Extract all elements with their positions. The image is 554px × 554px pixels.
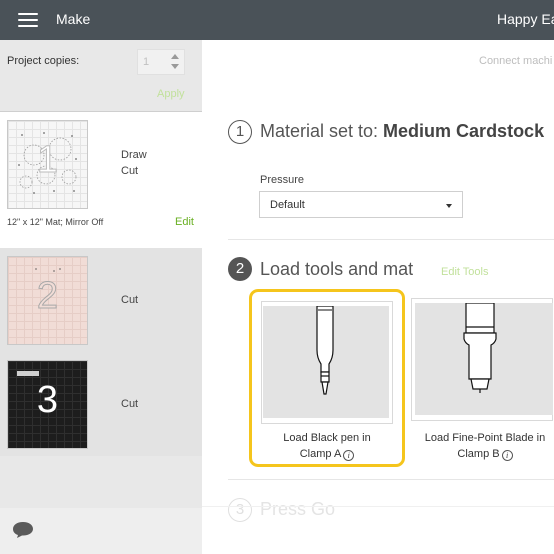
mat-operation-draw: Draw <box>121 149 147 161</box>
divider <box>202 506 554 507</box>
divider <box>228 239 554 240</box>
step-1-badge: 1 <box>228 120 252 144</box>
project-copies-value: 1 <box>143 56 150 68</box>
tool-card-clamp-a[interactable]: Load Black pen in Clamp Ai <box>249 289 405 467</box>
quantity-stepper[interactable] <box>170 53 180 71</box>
project-copies-label: Project copies: <box>7 55 80 67</box>
tool-instruction: Load Black pen in <box>283 432 371 444</box>
project-copies-panel: Project copies: 1 Apply <box>0 40 202 112</box>
mat-thumbnail-1: 1 <box>7 120 88 209</box>
stepper-down-icon[interactable] <box>171 64 179 69</box>
press-go-heading: Press Go <box>260 499 336 519</box>
mat-operation-cut: Cut <box>121 165 139 177</box>
divider <box>228 479 554 480</box>
sidebar: Project copies: 1 Apply 1 Draw Cut 12" x… <box>0 40 202 554</box>
tool-card-clamp-b[interactable]: Load Fine-Point Blade in Clamp Bi <box>410 289 554 467</box>
edit-mat-button[interactable]: Edit <box>175 216 194 228</box>
mat-thumbnail-3: 3 <box>7 360 88 449</box>
mat-card-3[interactable]: 3 Cut <box>0 352 202 456</box>
mat-operation-cut: Cut <box>121 294 139 306</box>
mat-card-2[interactable]: 2 Cut <box>0 248 202 352</box>
hamburger-icon[interactable] <box>18 13 38 27</box>
step-3-badge: 3 <box>228 498 252 522</box>
clamp-name: Clamp A <box>299 448 342 460</box>
pressure-select[interactable]: Default <box>259 191 463 218</box>
mat-operations-2: Cut <box>121 292 138 308</box>
material-heading: Material set to: Medium Cardstock <box>260 121 544 142</box>
clamp-name: Clamp B <box>457 448 500 460</box>
material-prefix: Material set to: <box>260 121 384 141</box>
edit-tools-button[interactable]: Edit Tools <box>441 266 489 278</box>
pen-icon <box>316 305 334 395</box>
tool-instruction: Load Fine-Point Blade in <box>424 432 546 444</box>
chat-bubble-icon[interactable] <box>12 521 34 539</box>
material-name[interactable]: Medium Cardstock <box>383 121 544 141</box>
step-2-badge: 2 <box>228 257 252 281</box>
mat-card-1[interactable]: 1 Draw Cut 12" x 12" Mat; Mirror Off Edi… <box>0 112 202 248</box>
main-panel: Connect machi 1 Material set to: Medium … <box>202 40 554 554</box>
chevron-down-icon <box>446 204 452 208</box>
mat-number-3: 3 <box>36 379 59 421</box>
tool-image-pen <box>263 305 389 418</box>
mat-operations-1: Draw Cut <box>121 147 147 179</box>
mat-size-caption: 12" x 12" Mat; Mirror Off <box>7 217 104 227</box>
tool-label-clamp-a: Load Black pen in Clamp Ai <box>249 430 405 462</box>
blade-icon <box>463 302 497 393</box>
mat-operations-3: Cut <box>121 396 138 412</box>
pressure-value: Default <box>270 199 305 211</box>
pressure-label: Pressure <box>260 174 305 186</box>
apply-button[interactable]: Apply <box>157 88 185 100</box>
chat-button[interactable] <box>0 508 202 554</box>
info-icon[interactable]: i <box>501 450 513 461</box>
mat-number-1: 1 <box>36 139 59 182</box>
tool-image-blade <box>415 302 553 415</box>
app-title: Make <box>56 11 91 27</box>
load-tools-heading: Load tools and mat <box>260 259 414 279</box>
tool-label-clamp-b: Load Fine-Point Blade in Clamp Bi <box>407 430 554 462</box>
mat-thumbnail-2: 2 <box>7 256 88 345</box>
top-bar: Make Happy Ea <box>0 0 554 40</box>
info-icon[interactable]: i <box>343 450 355 461</box>
connect-machine-button[interactable]: Connect machi <box>479 55 552 67</box>
mat-number-2: 2 <box>36 275 59 318</box>
stepper-up-icon[interactable] <box>171 54 179 59</box>
project-copies-input[interactable]: 1 <box>137 49 185 75</box>
project-name: Happy Ea <box>497 11 554 27</box>
mat-operation-cut: Cut <box>121 398 139 410</box>
